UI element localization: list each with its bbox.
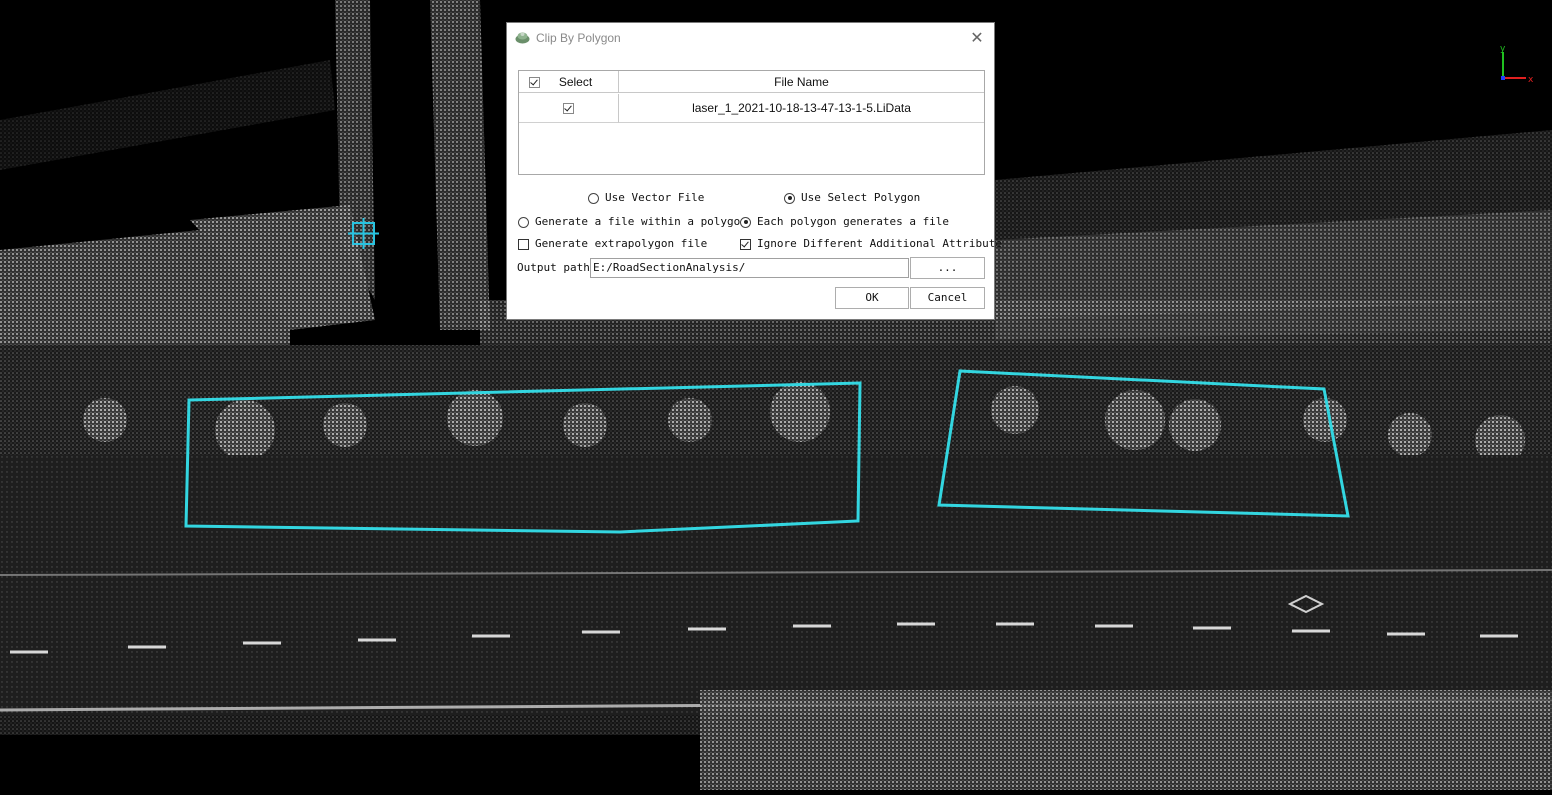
generate-within-polygon-option[interactable]: Generate a file within a polygon: [518, 215, 747, 229]
use-vector-file-option[interactable]: Use Vector File: [588, 191, 704, 205]
file-table: Select File Name laser_1_2021-10-18-13-4…: [518, 70, 985, 175]
each-polygon-generates-radio[interactable]: [740, 216, 751, 228]
file-name-value: laser_1_2021-10-18-13-47-13-1-5.LiData: [692, 101, 911, 115]
close-icon: ✕: [970, 28, 984, 47]
ok-button[interactable]: OK: [835, 287, 909, 309]
generate-extrapolygon-label: Generate extrapolygon file: [535, 237, 708, 250]
output-path-input[interactable]: E:/RoadSectionAnalysis/: [590, 258, 909, 278]
axis-gizmo-icon: y x: [1500, 44, 1534, 85]
use-select-polygon-radio[interactable]: [784, 192, 795, 204]
select-column-header[interactable]: Select: [519, 71, 619, 93]
dialog-title: Clip By Polygon: [536, 31, 621, 45]
generate-within-polygon-label: Generate a file within a polygon: [535, 215, 747, 228]
select-header-label: Select: [558, 75, 593, 89]
browse-button[interactable]: ...: [910, 257, 985, 279]
table-row-select-cell[interactable]: [519, 94, 619, 123]
road-surface: [0, 455, 1552, 715]
dialog-titlebar[interactable]: Clip By Polygon ✕: [507, 23, 994, 54]
generate-extrapolygon-option[interactable]: Generate extrapolygon file: [518, 237, 707, 251]
axis-x-label: x: [1528, 75, 1534, 85]
ignore-attribute-checkbox[interactable]: [740, 238, 751, 250]
crosshair-cursor-icon: [348, 218, 379, 249]
select-all-checkbox[interactable]: [529, 77, 540, 88]
close-button[interactable]: ✕: [966, 27, 988, 49]
axis-y-label: y: [1500, 44, 1506, 54]
use-select-polygon-label: Use Select Polygon: [801, 191, 921, 204]
file-name-header-label: File Name: [774, 75, 829, 89]
cancel-button[interactable]: Cancel: [910, 287, 985, 309]
generate-within-polygon-radio[interactable]: [518, 216, 529, 228]
table-row-file-cell[interactable]: laser_1_2021-10-18-13-47-13-1-5.LiData: [619, 94, 984, 123]
use-select-polygon-option[interactable]: Use Select Polygon: [784, 191, 920, 205]
bottom-vegetation: [700, 690, 1552, 790]
ignore-attribute-label: Ignore Different Additional Attribute: [757, 237, 1003, 250]
axis-z-marker: [1501, 76, 1505, 80]
use-vector-file-radio[interactable]: [588, 192, 599, 204]
ignore-attribute-option[interactable]: Ignore Different Additional Attribute: [740, 237, 1002, 251]
output-path-label: Output path:: [517, 261, 597, 274]
row-checkbox[interactable]: [563, 103, 574, 115]
app-icon: [515, 32, 530, 44]
each-polygon-generates-label: Each polygon generates a file: [757, 215, 950, 228]
generate-extrapolygon-checkbox[interactable]: [518, 238, 529, 250]
file-name-column-header[interactable]: File Name: [619, 71, 984, 93]
clip-by-polygon-dialog: Clip By Polygon ✕ Select File Name laser…: [506, 22, 1002, 320]
use-vector-file-label: Use Vector File: [605, 191, 705, 204]
each-polygon-generates-option[interactable]: Each polygon generates a file: [740, 215, 949, 229]
